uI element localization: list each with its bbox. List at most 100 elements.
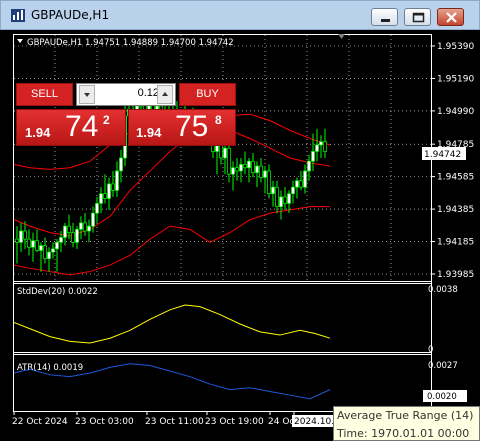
bear-candle [227,147,231,175]
bear-candle [267,170,271,195]
bull-candle [255,165,259,173]
bull-candle [247,160,251,169]
bear-candle [235,167,239,172]
bull-candle [107,183,111,199]
tooltip-indicator-name: Average True Range (14) [337,409,474,422]
bull-candle [119,157,123,172]
minimize-button[interactable] [371,8,398,26]
buy-button[interactable]: BUY [179,83,236,106]
metatrader-chart-icon [11,9,25,22]
window-title: GBPAUDe,H1 [31,8,110,22]
bear-candle [35,240,39,251]
bull-candle [31,240,35,248]
maximize-icon [412,12,425,23]
current-price-label: 1.94742 [424,150,461,160]
atr-scale-top: 0.0027 [428,361,458,371]
bull-candle [239,164,243,172]
bull-candle [311,151,315,162]
triangle-down-icon [84,93,90,97]
buy-price-point: 8 [215,113,222,127]
sell-price-big: 74 [65,110,99,143]
price-tick-label: 1.95390 [437,42,474,52]
bull-candle [95,203,99,214]
minimize-icon [381,19,390,22]
bull-candle [115,170,119,191]
bull-candle [99,193,103,204]
price-tick-label: 1.93985 [437,270,474,280]
price-tick-label: 1.94990 [437,107,474,117]
sell-price-point: 2 [103,113,110,127]
buy-price-display[interactable]: 1.94 75 8 [128,109,236,146]
time-tick-label: 23 Oct 19:00 [205,417,264,427]
window-title-bar[interactable]: GBPAUDe,H1 [0,0,480,30]
sell-button[interactable]: SELL [16,83,73,106]
bear-candle [71,232,75,243]
stddev-indicator [13,304,331,344]
stddev-label: StdDev(20) 0.0022 [17,287,98,297]
stddev-scale-bottom: 0 [428,345,433,355]
bull-candle [295,180,299,188]
bull-candle [279,196,283,208]
tooltip-time: Time: 1970.01.01 00:00 [337,427,470,440]
bull-candle [231,167,235,175]
bull-candle [47,251,51,259]
bear-candle [243,164,247,169]
bear-candle [219,144,223,159]
indicator-tooltip: Average True Range (14) Time: 1970.01.01… [333,406,480,441]
symbol-dropdown-icon[interactable] [17,39,23,43]
buy-price-big: 75 [175,110,209,143]
bear-candle [43,245,47,259]
bull-candle [63,225,67,238]
bear-candle [23,230,27,240]
bull-candle [307,160,311,172]
sell-price-display[interactable]: 1.94 74 2 [16,109,126,146]
bull-candle [91,212,95,227]
bull-candle [75,229,79,243]
bear-candle [259,165,263,178]
chart-header-label: GBPAUDe,H1 1.94751 1.94889 1.94700 1.947… [27,38,234,48]
bull-candle [263,170,267,178]
buy-price-prefix: 1.94 [136,125,162,140]
time-tick-label: 23 Oct 03:00 [75,417,134,427]
lot-increase-button[interactable] [157,85,173,104]
bull-candle [79,222,83,230]
close-button[interactable] [437,8,464,26]
bull-candle [303,170,307,188]
bull-candle [271,186,275,195]
close-icon [446,12,457,23]
bear-candle [283,196,287,204]
bear-candle [83,222,87,232]
stddev-scale-top: 0.0038 [428,285,458,295]
one-click-trading-panel: SELL 0.12 BUY 1.94 74 2 1.94 75 8 [16,83,236,146]
time-axis: 22 Oct 2024 23 Oct 03:00 23 Oct 11:00 23 Oc… [12,411,334,427]
chart-shift-marker[interactable] [338,34,345,39]
atr-current-label: 0.0020 [427,392,457,402]
price-tick-label: 1.94585 [437,173,474,183]
bear-candle [275,186,279,208]
time-tick-label: 22 Oct 2024 [12,417,68,427]
price-tick-label: 1.94385 [437,205,474,215]
triangle-up-icon [162,92,168,96]
bear-candle [15,238,19,243]
bull-candle [39,245,43,251]
lot-size-field[interactable]: 0.12 [76,83,176,106]
bull-candle [223,147,227,159]
bear-candle [323,141,327,152]
bull-candle [55,242,59,250]
bull-candle [87,225,91,232]
bull-candle [315,144,319,152]
time-tick-label: 2024.10. [294,417,334,427]
bull-candle [51,248,55,253]
atr-label: ATR(14) 0.0019 [17,363,83,373]
sell-price-prefix: 1.94 [25,125,51,140]
bear-candle [27,238,31,248]
bull-candle [319,141,323,146]
bear-candle [299,180,303,188]
bull-candle [291,186,295,195]
maximize-button[interactable] [404,8,431,26]
bear-candle [67,225,71,233]
lot-size-value[interactable]: 0.12 [99,87,159,99]
chart-window[interactable]: GBPAUDe,H1 1.94751 1.94889 1.94700 1.947… [0,30,480,441]
lot-decrease-button[interactable] [79,85,95,104]
bear-candle [103,193,107,199]
